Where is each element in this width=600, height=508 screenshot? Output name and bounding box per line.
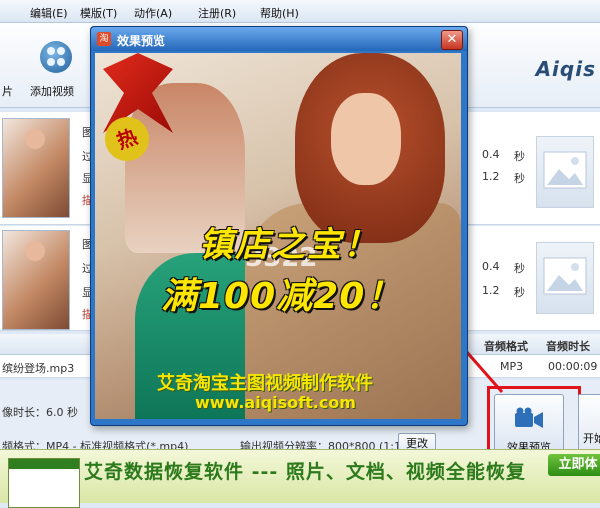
preview-dialog: 淘 效果预览 ✕ 热 3322 镇店之宝！ 满100减20！ 艾奇淘宝主图视频制…: [90, 26, 468, 426]
image-placeholder-icon: [536, 242, 594, 314]
image-duration-label: 像时长：6.0 秒: [2, 406, 78, 419]
website-url: www.aiqisoft.com: [195, 393, 356, 412]
thumbnail-image[interactable]: [2, 230, 70, 330]
promo-line-1: 镇店之宝！: [199, 225, 379, 265]
dialog-title-bar[interactable]: 淘 效果预览 ✕: [91, 27, 467, 51]
audio-file-name: 缤纷登场.mp3: [2, 362, 75, 375]
menu-action[interactable]: 动作(A): [134, 5, 172, 21]
preview-image: 热 3322 镇店之宝！ 满100减20！ 艾奇淘宝主图视频制作软件 www.a…: [95, 53, 461, 419]
unit-label: 秒: [514, 286, 525, 299]
thumbnail-image[interactable]: [2, 118, 70, 218]
unit-label: 秒: [514, 172, 525, 185]
brand-logo: Aiqis: [535, 57, 596, 81]
promo-line-2: 满100减20！: [161, 276, 403, 317]
menu-register[interactable]: 注册(R): [198, 5, 236, 21]
ad-text[interactable]: 艾奇数据恢复软件 --- 照片、文档、视频全能恢复: [84, 457, 526, 484]
unit-label: 秒: [514, 150, 525, 163]
image-placeholder-icon: [536, 136, 594, 208]
product-name: 艾奇淘宝主图视频制作软件: [157, 373, 373, 394]
menu-edit[interactable]: 编辑(E): [30, 5, 68, 21]
transition-value[interactable]: 0.4: [482, 260, 500, 273]
display-value[interactable]: 1.2: [482, 170, 500, 183]
audio-duration: 00:00:09: [548, 360, 598, 373]
dialog-title: 效果预览: [117, 34, 166, 48]
model-face: [331, 93, 401, 185]
ad-product-box: [8, 458, 80, 508]
app-icon: 淘: [97, 32, 111, 46]
toolbar-cut-label[interactable]: 片: [2, 83, 13, 99]
add-video-button[interactable]: 添加视频: [30, 83, 74, 99]
column-audio-duration[interactable]: 音频时长: [546, 338, 590, 354]
menu-bar: 编辑(E) 模版(T) 动作(A) 注册(R) 帮助(H): [0, 0, 600, 23]
ad-button[interactable]: 立即体: [548, 454, 600, 476]
display-value[interactable]: 1.2: [482, 284, 500, 297]
close-button[interactable]: ✕: [441, 30, 463, 50]
menu-template[interactable]: 模版(T): [80, 5, 117, 21]
unit-label: 秒: [514, 262, 525, 275]
transition-value[interactable]: 0.4: [482, 148, 500, 161]
ad-banner[interactable]: 艾奇数据恢复软件 --- 照片、文档、视频全能恢复 立即体: [0, 449, 600, 508]
film-reel-icon[interactable]: [40, 41, 72, 73]
menu-help[interactable]: 帮助(H): [260, 5, 299, 21]
